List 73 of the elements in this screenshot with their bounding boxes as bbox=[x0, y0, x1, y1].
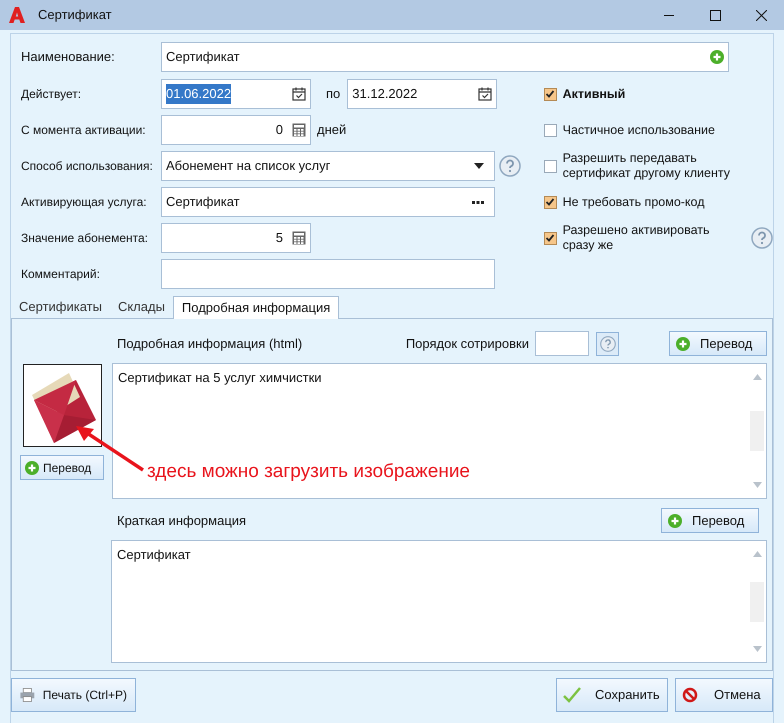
close-icon bbox=[756, 10, 766, 20]
checkbox[interactable] bbox=[544, 88, 557, 100]
help-button[interactable] bbox=[596, 332, 619, 356]
more-icon[interactable] bbox=[472, 200, 484, 204]
app-logo-icon bbox=[8, 6, 26, 24]
window-title: Сертификат bbox=[38, 6, 112, 24]
tab[interactable]: Подробная информация bbox=[172, 296, 340, 319]
checkbox-label: Частичное использование bbox=[562, 122, 716, 138]
help-icon[interactable] bbox=[751, 227, 773, 249]
name-field[interactable]: Сертификат bbox=[161, 42, 729, 72]
annotation-text: здесь можно загрузить изображение bbox=[147, 460, 470, 484]
number-field[interactable]: 5 bbox=[161, 223, 311, 253]
scroll-down-icon[interactable] bbox=[752, 646, 762, 652]
date-field[interactable]: 31.12.2022 bbox=[347, 79, 498, 109]
field-label: Наименование: bbox=[20, 48, 116, 66]
checkbox-label: Разрешить передавать сертификат другому клиенту bbox=[562, 151, 731, 181]
field-label: Значение абонемента: bbox=[20, 230, 149, 247]
number-field[interactable]: 0 bbox=[161, 115, 311, 145]
text-content: Сертификат bbox=[116, 546, 192, 564]
tab[interactable]: Склады bbox=[110, 296, 173, 318]
scroll-up-icon[interactable] bbox=[752, 551, 762, 557]
plus-icon bbox=[25, 460, 39, 474]
sort-order-field[interactable] bbox=[535, 331, 589, 356]
translate-button[interactable]: Перевод bbox=[20, 455, 104, 480]
field-label: Действует: bbox=[20, 86, 82, 103]
field-label: Способ использования: bbox=[20, 158, 154, 175]
cancel-button[interactable]: Отмена bbox=[675, 678, 773, 712]
field-label: Комментарий: bbox=[20, 266, 101, 283]
section-label: Подробная информация (html) bbox=[117, 334, 302, 353]
section-label: Краткая информация bbox=[117, 512, 246, 530]
comment-field[interactable] bbox=[161, 259, 495, 289]
scroll-up-icon[interactable] bbox=[752, 374, 762, 380]
calculator-icon[interactable] bbox=[292, 123, 306, 137]
checkbox-label: Не требовать промо-код bbox=[562, 194, 706, 210]
calendar-icon[interactable] bbox=[292, 87, 306, 101]
help-icon[interactable] bbox=[600, 336, 616, 352]
calendar-icon[interactable] bbox=[478, 87, 492, 101]
translate-button[interactable]: Перевод bbox=[669, 331, 767, 356]
dropdown-icon[interactable] bbox=[474, 163, 484, 169]
checkbox[interactable] bbox=[544, 124, 557, 136]
save-button[interactable]: Сохранить bbox=[556, 678, 668, 712]
printer-icon bbox=[20, 687, 35, 703]
print-button[interactable]: Печать (Ctrl+P) bbox=[11, 678, 136, 712]
translate-button[interactable]: Перевод bbox=[661, 508, 759, 533]
maximize-icon bbox=[710, 10, 720, 20]
check-icon bbox=[545, 197, 556, 207]
field-label: С момента активации: bbox=[20, 122, 147, 139]
text-content: Сертификат на 5 услуг химчистки bbox=[117, 369, 323, 387]
minimize-icon bbox=[664, 14, 674, 16]
plus-icon bbox=[668, 514, 682, 528]
prohibited-icon bbox=[682, 687, 698, 703]
lookup-field[interactable]: Сертификат bbox=[161, 187, 495, 217]
field-label: Активирующая услуга: bbox=[20, 194, 148, 211]
plus-icon bbox=[710, 50, 724, 64]
checkbox[interactable] bbox=[544, 160, 557, 172]
check-icon bbox=[545, 89, 556, 99]
check-icon bbox=[545, 233, 556, 243]
range-label: по bbox=[326, 85, 340, 104]
short-text-area[interactable]: Сертификат bbox=[111, 540, 767, 663]
checkmark-icon bbox=[563, 687, 581, 703]
checkbox-label: Активный bbox=[562, 86, 626, 102]
select-field[interactable]: Абонемент на список услуг bbox=[161, 151, 495, 181]
field-label: Порядок сотрировки bbox=[406, 334, 529, 353]
calculator-icon[interactable] bbox=[292, 231, 306, 245]
unit-label: дней bbox=[317, 121, 346, 140]
tab[interactable]: Сертификаты bbox=[11, 296, 110, 318]
checkbox[interactable] bbox=[544, 196, 557, 208]
plus-icon bbox=[676, 336, 690, 350]
scroll-down-icon[interactable] bbox=[752, 482, 762, 488]
checkbox-label: Разрешено активировать сразу же bbox=[562, 223, 710, 253]
checkbox[interactable] bbox=[544, 232, 557, 244]
date-field[interactable]: 01.06.2022 bbox=[161, 79, 311, 109]
help-icon[interactable] bbox=[499, 155, 521, 177]
